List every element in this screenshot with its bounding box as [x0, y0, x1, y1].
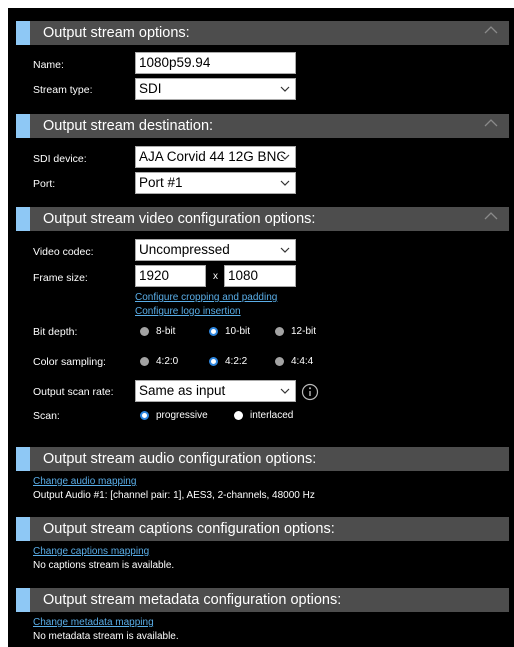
video-codec-select[interactable]: Uncompressed	[135, 239, 296, 261]
color-422-radio[interactable]: 4:2:2	[209, 356, 247, 367]
section-header-audio[interactable]: Output stream audio configuration option…	[16, 447, 509, 471]
chevron-down-icon	[280, 154, 290, 160]
stream-type-select[interactable]: SDI	[135, 78, 296, 100]
radio-label: 4:2:0	[156, 356, 179, 367]
section-title-audio: Output stream audio configuration option…	[43, 451, 317, 467]
radio-label: 4:4:4	[291, 356, 314, 367]
bit-depth-label: Bit depth:	[33, 326, 78, 338]
section-header-metadata[interactable]: Output stream metadata configuration opt…	[16, 588, 509, 612]
info-icon[interactable]	[301, 383, 319, 401]
radio-button[interactable]	[275, 357, 284, 366]
radio-button[interactable]	[234, 411, 243, 420]
scan-interlaced-radio[interactable]: interlaced	[234, 410, 293, 421]
section-header-options[interactable]: Output stream options:	[16, 21, 509, 45]
section-header-captions[interactable]: Output stream captions configuration opt…	[16, 517, 509, 541]
output-scan-rate-select[interactable]: Same as input	[135, 380, 296, 402]
name-input[interactable]: 1080p59.94	[135, 52, 296, 74]
change-captions-mapping-link[interactable]: Change captions mapping	[33, 546, 149, 557]
color-420-radio[interactable]: 4:2:0	[140, 356, 178, 367]
radio-button[interactable]	[140, 357, 149, 366]
section-title-video: Output stream video configuration option…	[43, 211, 316, 227]
audio-info-text: Output Audio #1: [channel pair: 1], AES3…	[33, 490, 315, 501]
video-codec-value: Uncompressed	[139, 242, 230, 257]
port-select[interactable]: Port #1	[135, 172, 296, 194]
frame-size-separator: x	[213, 271, 218, 282]
radio-button-selected[interactable]	[209, 357, 218, 366]
bit-depth-10-radio[interactable]: 10-bit	[209, 326, 250, 337]
section-title-captions: Output stream captions configuration opt…	[43, 521, 335, 537]
radio-label: 10-bit	[225, 326, 251, 337]
radio-label: 8-bit	[156, 326, 176, 337]
metadata-info-text: No metadata stream is available.	[33, 631, 179, 642]
chevron-up-icon[interactable]	[483, 118, 499, 128]
name-label: Name:	[33, 59, 64, 71]
output-stream-panel: Output stream options: Name: 1080p59.94 …	[8, 8, 514, 647]
port-value: Port #1	[139, 175, 183, 190]
radio-label: 12-bit	[291, 326, 317, 337]
section-accent	[16, 21, 30, 45]
chevron-down-icon	[280, 180, 290, 186]
chevron-up-icon[interactable]	[483, 211, 499, 221]
frame-size-label: Frame size:	[33, 272, 88, 284]
section-accent	[16, 447, 30, 471]
section-title-destination: Output stream destination:	[43, 118, 214, 134]
chevron-up-icon[interactable]	[483, 25, 499, 35]
change-audio-mapping-link[interactable]: Change audio mapping	[33, 476, 136, 487]
output-scan-rate-label: Output scan rate:	[33, 386, 114, 398]
sdi-device-value: AJA Corvid 44 12G BNC	[139, 149, 287, 164]
sdi-device-select[interactable]: AJA Corvid 44 12G BNC	[135, 146, 296, 168]
output-scan-rate-value: Same as input	[139, 383, 226, 398]
section-accent	[16, 588, 30, 612]
radio-label: interlaced	[250, 410, 294, 421]
radio-button[interactable]	[140, 327, 149, 336]
chevron-down-icon	[280, 86, 290, 92]
stream-type-value: SDI	[139, 81, 162, 96]
chevron-down-icon	[280, 247, 290, 253]
color-sampling-label: Color sampling:	[33, 356, 106, 368]
frame-height-input[interactable]: 1080	[224, 265, 296, 287]
section-title-options: Output stream options:	[43, 25, 190, 41]
radio-label: progressive	[156, 410, 208, 421]
video-codec-label: Video codec:	[33, 246, 94, 258]
section-accent	[16, 114, 30, 138]
configure-logo-link[interactable]: Configure logo insertion	[135, 306, 241, 317]
scan-label: Scan:	[33, 410, 60, 422]
chevron-down-icon	[280, 388, 290, 394]
sdi-device-label: SDI device:	[33, 153, 87, 165]
configure-cropping-link[interactable]: Configure cropping and padding	[135, 292, 277, 303]
section-accent	[16, 517, 30, 541]
stream-type-label: Stream type:	[33, 84, 93, 96]
change-metadata-mapping-link[interactable]: Change metadata mapping	[33, 617, 154, 628]
port-label: Port:	[33, 178, 56, 190]
scan-progressive-radio[interactable]: progressive	[140, 410, 208, 421]
section-accent	[16, 207, 30, 231]
radio-button-selected[interactable]	[140, 411, 149, 420]
radio-button-selected[interactable]	[209, 327, 218, 336]
section-header-destination[interactable]: Output stream destination:	[16, 114, 509, 138]
section-header-video[interactable]: Output stream video configuration option…	[16, 207, 509, 231]
captions-info-text: No captions stream is available.	[33, 560, 175, 571]
radio-button[interactable]	[275, 327, 284, 336]
frame-width-input[interactable]: 1920	[135, 265, 206, 287]
radio-label: 4:2:2	[225, 356, 248, 367]
color-444-radio[interactable]: 4:4:4	[275, 356, 313, 367]
bit-depth-12-radio[interactable]: 12-bit	[275, 326, 316, 337]
bit-depth-8-radio[interactable]: 8-bit	[140, 326, 175, 337]
section-title-metadata: Output stream metadata configuration opt…	[43, 592, 342, 608]
